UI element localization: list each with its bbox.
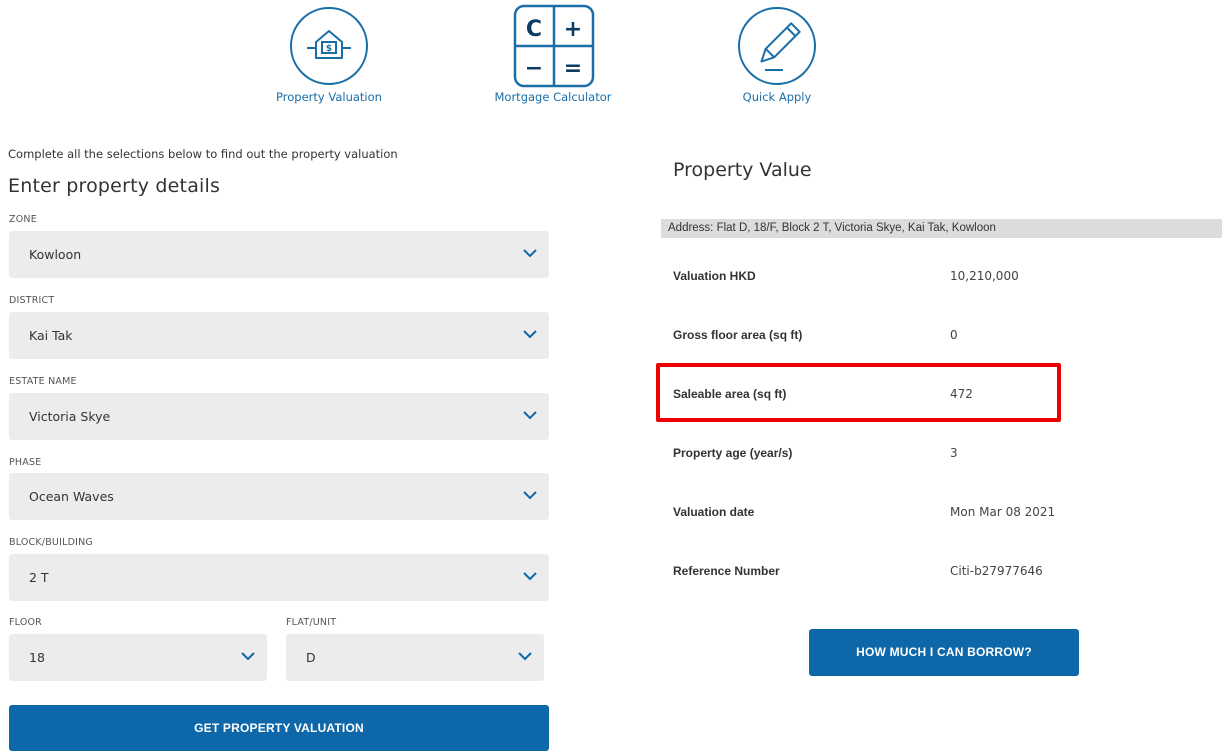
house-dollar-icon: $ <box>290 7 368 85</box>
chevron-down-icon <box>523 491 537 500</box>
zone-value: Kowloon <box>29 247 82 262</box>
svg-text:+: + <box>564 17 582 42</box>
nav-label: Mortgage Calculator <box>494 90 612 104</box>
svg-text:−: − <box>525 56 543 81</box>
estate-select[interactable]: Victoria Skye <box>9 393 549 440</box>
zone-select[interactable]: Kowloon <box>9 231 549 278</box>
phase-select[interactable]: Ocean Waves <box>9 473 549 520</box>
chevron-down-icon <box>241 652 255 661</box>
zone-label: ZONE <box>9 214 37 225</box>
reference-number-label: Reference Number <box>673 564 780 578</box>
floor-label: FLOOR <box>9 617 42 628</box>
valuation-label: Valuation HKD <box>673 269 756 283</box>
block-value: 2 T <box>29 570 49 585</box>
floor-value: 18 <box>29 650 45 665</box>
form-title: Enter property details <box>8 175 221 197</box>
floor-select[interactable]: 18 <box>9 634 267 681</box>
pencil-icon <box>738 7 816 85</box>
reference-number-value: Citi-b27977646 <box>950 564 1043 578</box>
get-valuation-button[interactable]: GET PROPERTY VALUATION <box>9 705 549 751</box>
chevron-down-icon <box>523 411 537 420</box>
calculator-icon: C + − = <box>513 4 595 88</box>
valuation-date-value: Mon Mar 08 2021 <box>950 505 1056 519</box>
valuation-value: 10,210,000 <box>950 269 1019 283</box>
property-age-value: 3 <box>950 446 958 460</box>
address-bar: Address: Flat D, 18/F, Block 2 T, Victor… <box>661 219 1222 238</box>
nav-label: Quick Apply <box>742 90 812 104</box>
chevron-down-icon <box>523 330 537 339</box>
flat-value: D <box>306 650 316 665</box>
phase-value: Ocean Waves <box>29 489 114 504</box>
gross-floor-area-value: 0 <box>950 328 958 342</box>
flat-label: FLAT/UNIT <box>286 617 337 628</box>
property-age-label: Property age (year/s) <box>673 446 793 460</box>
block-select[interactable]: 2 T <box>9 554 549 601</box>
svg-text:=: = <box>564 56 582 81</box>
block-label: BLOCK/BUILDING <box>9 537 93 548</box>
nav-quick-apply[interactable]: Quick Apply <box>707 4 847 104</box>
how-much-borrow-button[interactable]: HOW MUCH I CAN BORROW? <box>809 629 1079 676</box>
flat-select[interactable]: D <box>286 634 544 681</box>
form-intro: Complete all the selections below to fin… <box>8 147 398 161</box>
district-label: DISTRICT <box>9 295 55 306</box>
chevron-down-icon <box>523 572 537 581</box>
valuation-date-label: Valuation date <box>673 505 755 519</box>
estate-value: Victoria Skye <box>29 409 111 424</box>
chevron-down-icon <box>518 652 532 661</box>
property-value-title: Property Value <box>673 159 812 181</box>
chevron-down-icon <box>523 249 537 258</box>
svg-text:C: C <box>526 17 542 42</box>
svg-text:$: $ <box>326 44 332 54</box>
highlight-box <box>656 363 1061 422</box>
district-select[interactable]: Kai Tak <box>9 312 549 359</box>
nav-label: Property Valuation <box>276 90 382 104</box>
gross-floor-area-label: Gross floor area (sq ft) <box>673 328 803 342</box>
nav-mortgage-calculator[interactable]: C + − = Mortgage Calculator <box>483 4 623 104</box>
phase-label: PHASE <box>9 457 42 468</box>
nav-property-valuation[interactable]: $ Property Valuation <box>259 4 399 104</box>
estate-label: ESTATE NAME <box>9 376 77 387</box>
district-value: Kai Tak <box>29 328 73 343</box>
